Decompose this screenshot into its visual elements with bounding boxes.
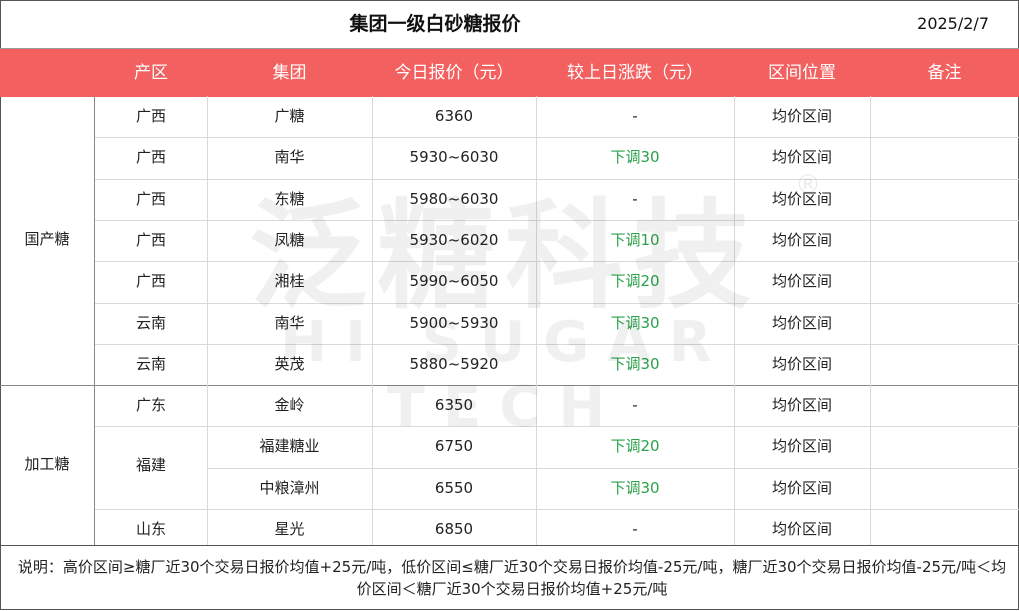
group-label-domestic: 国产糖 bbox=[24, 230, 70, 248]
cell-price: 6550 bbox=[434, 478, 474, 497]
column-divider bbox=[870, 96, 871, 545]
cell-group: 中粮漳州 bbox=[259, 478, 320, 497]
cell-region: 广西 bbox=[135, 230, 166, 249]
cell-price: 5930~6020 bbox=[409, 230, 499, 249]
cell-position: 均价区间 bbox=[771, 520, 832, 538]
cell-region: 云南 bbox=[135, 313, 166, 332]
cell-note bbox=[870, 385, 1019, 426]
cell-position: 均价区间 bbox=[771, 272, 832, 291]
cell-group: 南华 bbox=[274, 313, 305, 332]
col-header-group: 集团 bbox=[272, 63, 307, 83]
cell-note bbox=[870, 509, 1019, 550]
cell-price: 6360 bbox=[434, 107, 474, 125]
title-bar: 集团一级白砂糖报价 2025/2/7 bbox=[0, 0, 1019, 48]
group-divider bbox=[0, 385, 1019, 387]
cell-change: - bbox=[632, 107, 638, 125]
cell-region: 山东 bbox=[135, 520, 166, 538]
cell-change: 下调30 bbox=[610, 354, 660, 373]
cell-change: - bbox=[632, 396, 638, 415]
cell-region: 广西 bbox=[135, 272, 166, 291]
cell-position: 均价区间 bbox=[771, 230, 832, 249]
cell-position: 均价区间 bbox=[771, 189, 832, 208]
cell-change: 下调30 bbox=[610, 148, 660, 167]
cell-region: 云南 bbox=[135, 354, 166, 373]
group-label-processed: 加工糖 bbox=[24, 455, 70, 473]
cell-change: 下调10 bbox=[610, 230, 660, 249]
col-header-position: 区间位置 bbox=[768, 63, 836, 83]
cell-position: 均价区间 bbox=[771, 148, 832, 167]
cell-region: 广西 bbox=[135, 189, 166, 208]
cell-group: 南华 bbox=[274, 148, 305, 167]
footer-note: 说明：高价区间≥糖厂近30个交易日报价均值+25元/吨，低价区间≤糖厂近30个交… bbox=[0, 545, 1019, 611]
cell-position: 均价区间 bbox=[771, 478, 832, 497]
page-title: 集团一级白砂糖报价 bbox=[349, 13, 521, 35]
cell-change: 下调20 bbox=[610, 272, 660, 291]
cell-group: 金岭 bbox=[274, 396, 305, 415]
column-divider bbox=[372, 96, 373, 545]
cell-change: - bbox=[632, 189, 638, 208]
cell-note bbox=[870, 303, 1019, 344]
cell-group: 东糖 bbox=[274, 189, 305, 208]
footer-text: 说明：高价区间≥糖厂近30个交易日报价均值+25元/吨，低价区间≤糖厂近30个交… bbox=[17, 558, 1007, 598]
cell-note bbox=[870, 220, 1019, 261]
cell-position: 均价区间 bbox=[771, 313, 832, 332]
column-divider bbox=[734, 96, 735, 545]
cell-region: 广西 bbox=[135, 107, 166, 125]
cell-note bbox=[870, 261, 1019, 302]
cell-region: 广西 bbox=[135, 148, 166, 167]
cell-price: 6850 bbox=[434, 520, 474, 538]
col-header-price: 今日报价（元） bbox=[394, 63, 514, 83]
cell-note bbox=[870, 179, 1019, 220]
cell-change: 下调30 bbox=[610, 478, 660, 497]
column-divider bbox=[207, 96, 208, 545]
cell-change: 下调30 bbox=[610, 313, 660, 332]
cell-group: 福建糖业 bbox=[259, 437, 320, 456]
cell-change: 下调20 bbox=[610, 437, 660, 456]
col-header-change: 较上日涨跌（元） bbox=[567, 63, 703, 83]
cell-note bbox=[870, 426, 1019, 467]
cell-price: 6350 bbox=[434, 396, 474, 415]
cell-change: - bbox=[632, 520, 638, 538]
cell-note bbox=[870, 468, 1019, 509]
report-date: 2025/2/7 bbox=[917, 14, 989, 33]
cell-note bbox=[870, 96, 1019, 137]
cell-price: 5990~6050 bbox=[409, 272, 499, 291]
cell-price: 5930~6030 bbox=[409, 148, 499, 167]
cell-position: 均价区间 bbox=[771, 354, 832, 373]
cell-position: 均价区间 bbox=[771, 437, 832, 456]
cell-position: 均价区间 bbox=[771, 396, 832, 415]
cell-price: 6750 bbox=[434, 437, 474, 456]
region-cell-merged: 福建 bbox=[135, 456, 166, 474]
table-header: 产区 集团 今日报价（元） 较上日涨跌（元） 区间位置 备注 bbox=[0, 48, 1019, 97]
col-header-region: 产区 bbox=[134, 63, 168, 83]
column-divider bbox=[536, 96, 537, 545]
cell-group: 星光 bbox=[274, 520, 305, 538]
cell-position: 均价区间 bbox=[771, 107, 832, 125]
cell-group: 广糖 bbox=[274, 107, 305, 125]
cell-price: 5900~5930 bbox=[409, 313, 499, 332]
cell-note bbox=[870, 137, 1019, 178]
cell-price: 5880~5920 bbox=[409, 354, 499, 373]
cell-region: 广东 bbox=[135, 396, 166, 415]
cell-note bbox=[870, 344, 1019, 385]
cell-group: 英茂 bbox=[274, 354, 305, 373]
col-header-note: 备注 bbox=[927, 63, 962, 83]
cell-group: 湘桂 bbox=[274, 272, 305, 291]
cell-group: 凤糖 bbox=[274, 230, 305, 249]
cell-price: 5980~6030 bbox=[409, 189, 499, 208]
